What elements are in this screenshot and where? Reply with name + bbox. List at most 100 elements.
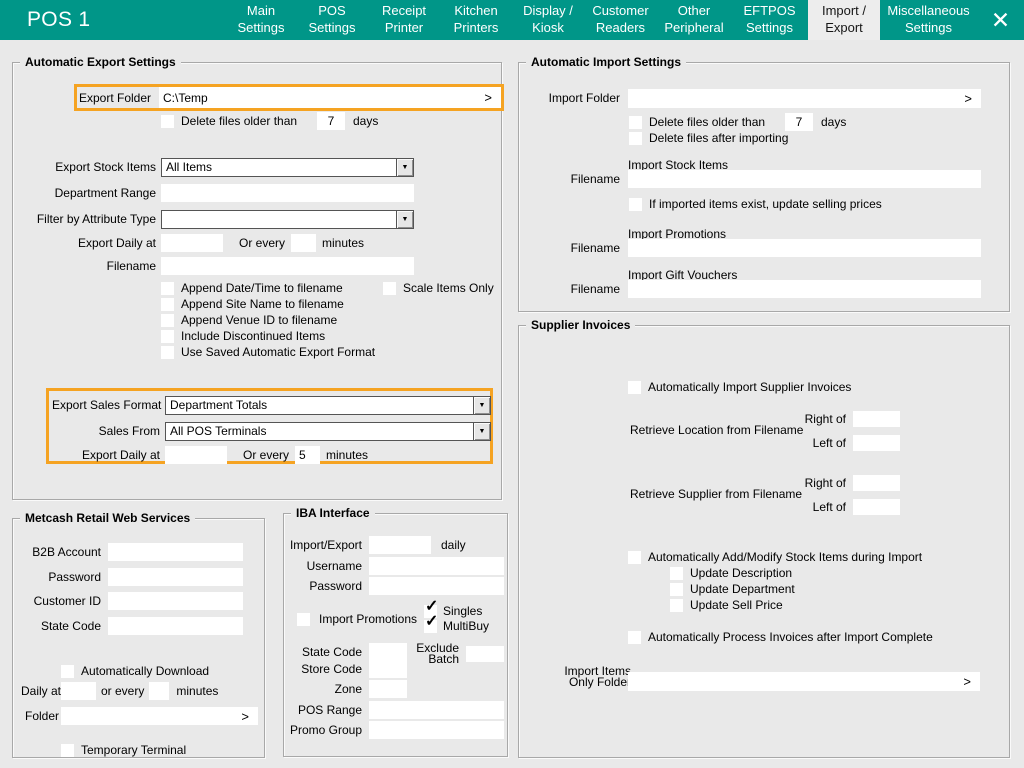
import-items-only-folder-field[interactable]: > xyxy=(628,672,980,691)
update-sell-price-label: Update Sell Price xyxy=(690,598,783,612)
tab-import-export[interactable]: Import / Export xyxy=(808,0,880,40)
temporary-terminal-checkbox[interactable] xyxy=(61,744,74,757)
supplier-left-of-input[interactable] xyxy=(853,499,900,515)
iba-pos-range-input[interactable] xyxy=(369,701,504,719)
minutes-label: minutes xyxy=(176,684,218,698)
panel-automatic-import-settings: Automatic Import Settings Import Folder … xyxy=(518,62,1010,312)
update-selling-prices-checkbox[interactable] xyxy=(629,198,642,211)
retrieve-location-label: Retrieve Location from Filename xyxy=(630,423,803,437)
or-every-label: Or every xyxy=(243,448,289,462)
iba-import-export-input[interactable] xyxy=(369,536,431,554)
metcash-state-code-input[interactable] xyxy=(108,617,243,635)
import-vouchers-filename-input[interactable] xyxy=(628,280,981,298)
update-department-checkbox[interactable] xyxy=(670,583,683,596)
sales-export-daily-time-input[interactable] xyxy=(165,446,227,464)
append-venueid-label: Append Venue ID to filename xyxy=(181,313,337,327)
browse-chevron-icon: > xyxy=(241,709,249,724)
location-left-of-input[interactable] xyxy=(853,435,900,451)
import-delete-older-checkbox[interactable] xyxy=(629,116,642,129)
iba-store-code-input[interactable] xyxy=(369,660,407,678)
import-stock-filename-input[interactable] xyxy=(628,170,981,188)
header-bar: POS 1 Main Settings POS Settings Receipt… xyxy=(0,0,1024,40)
scale-items-only-checkbox[interactable] xyxy=(383,282,396,295)
tab-display-kiosk[interactable]: Display / Kiosk xyxy=(512,0,584,40)
sales-from-dropdown[interactable]: All POS Terminals ▼ xyxy=(165,422,491,441)
tab-other-peripheral[interactable]: Other Peripheral xyxy=(657,0,731,40)
tab-kitchen-printers[interactable]: Kitchen Printers xyxy=(440,0,512,40)
metcash-password-input[interactable] xyxy=(108,568,243,586)
export-every-minutes-input[interactable] xyxy=(291,234,316,252)
panel-automatic-export-settings: Automatic Export Settings Export Folder … xyxy=(12,62,502,500)
append-datetime-checkbox[interactable] xyxy=(161,282,174,295)
auto-import-supplier-invoices-checkbox[interactable] xyxy=(628,381,641,394)
minutes-label: minutes xyxy=(322,236,364,250)
dropdown-arrow-icon: ▼ xyxy=(473,423,490,440)
append-venueid-checkbox[interactable] xyxy=(161,314,174,327)
location-right-of-input[interactable] xyxy=(853,411,900,427)
append-sitename-checkbox[interactable] xyxy=(161,298,174,311)
tab-eftpos-settings[interactable]: EFTPOS Settings xyxy=(731,0,808,40)
delete-after-import-checkbox[interactable] xyxy=(629,132,642,145)
check-icon: ✓ xyxy=(425,614,438,630)
import-promotions-checkbox[interactable] xyxy=(297,613,310,626)
password-label: Password xyxy=(284,579,362,593)
metcash-minutes-input[interactable] xyxy=(149,682,169,700)
state-code-label: State Code xyxy=(284,645,362,659)
update-sell-price-checkbox[interactable] xyxy=(670,599,683,612)
filename-label: Filename xyxy=(519,241,620,255)
singles-label: Singles xyxy=(443,604,482,618)
dropdown-arrow-icon: ▼ xyxy=(396,211,413,228)
update-description-checkbox[interactable] xyxy=(670,567,683,580)
department-range-input[interactable] xyxy=(161,184,414,202)
auto-add-modify-stock-checkbox[interactable] xyxy=(628,551,641,564)
metcash-folder-field[interactable]: > xyxy=(61,707,258,725)
include-discontinued-checkbox[interactable] xyxy=(161,330,174,343)
b2b-account-input[interactable] xyxy=(108,543,243,561)
import-folder-field[interactable]: > xyxy=(628,89,981,108)
close-button[interactable]: ✕ xyxy=(977,0,1024,40)
import-promotions-filename-input[interactable] xyxy=(628,239,981,257)
supplier-right-of-input[interactable] xyxy=(853,475,900,491)
sales-export-minutes-input[interactable] xyxy=(295,446,320,464)
iba-zone-input[interactable] xyxy=(369,680,407,698)
import-export-label: Import/Export xyxy=(284,538,362,552)
tab-customer-readers[interactable]: Customer Readers xyxy=(584,0,657,40)
tab-pos-settings[interactable]: POS Settings xyxy=(296,0,368,40)
left-of-label: Left of xyxy=(799,500,846,514)
iba-password-input[interactable] xyxy=(369,577,504,595)
export-daily-time-input[interactable] xyxy=(161,234,223,252)
export-filename-input[interactable] xyxy=(161,257,414,275)
delete-after-import-label: Delete files after importing xyxy=(649,131,788,145)
metcash-daily-time-input[interactable] xyxy=(61,682,96,700)
filter-attribute-dropdown[interactable]: ▼ xyxy=(161,210,414,229)
tab-main-settings[interactable]: Main Settings xyxy=(226,0,296,40)
include-discontinued-label: Include Discontinued Items xyxy=(181,329,325,343)
import-delete-older-label: Delete files older than xyxy=(649,115,770,129)
tab-receipt-printer[interactable]: Receipt Printer xyxy=(368,0,440,40)
automatically-download-checkbox[interactable] xyxy=(61,665,74,678)
username-label: Username xyxy=(284,559,362,573)
iba-promo-group-input[interactable] xyxy=(369,721,504,739)
delete-days-input[interactable] xyxy=(317,112,345,130)
filter-attribute-label: Filter by Attribute Type xyxy=(13,212,156,226)
tab-miscellaneous-settings[interactable]: Miscellaneous Settings xyxy=(880,0,977,40)
filename-label: Filename xyxy=(13,259,156,273)
append-sitename-label: Append Site Name to filename xyxy=(181,297,344,311)
export-sales-format-dropdown[interactable]: Department Totals ▼ xyxy=(165,396,491,415)
iba-state-code-input[interactable] xyxy=(369,643,407,661)
or-every-label: or every xyxy=(101,684,144,698)
auto-process-invoices-checkbox[interactable] xyxy=(628,631,641,644)
customer-id-input[interactable] xyxy=(108,592,243,610)
iba-username-input[interactable] xyxy=(369,557,504,575)
filename-label: Filename xyxy=(519,172,620,186)
panel-title: Automatic Export Settings xyxy=(20,55,181,69)
panel-title: Automatic Import Settings xyxy=(526,55,686,69)
exclude-batch-input[interactable] xyxy=(466,646,504,662)
export-folder-field[interactable]: C:\Temp > xyxy=(159,87,501,108)
delete-files-older-checkbox[interactable] xyxy=(161,115,174,128)
use-saved-format-checkbox[interactable] xyxy=(161,346,174,359)
multibuy-checkbox[interactable]: ✓ xyxy=(424,620,437,633)
update-department-label: Update Department xyxy=(690,582,795,596)
export-stock-items-dropdown[interactable]: All Items ▼ xyxy=(161,158,414,177)
import-delete-days-input[interactable] xyxy=(785,113,813,131)
